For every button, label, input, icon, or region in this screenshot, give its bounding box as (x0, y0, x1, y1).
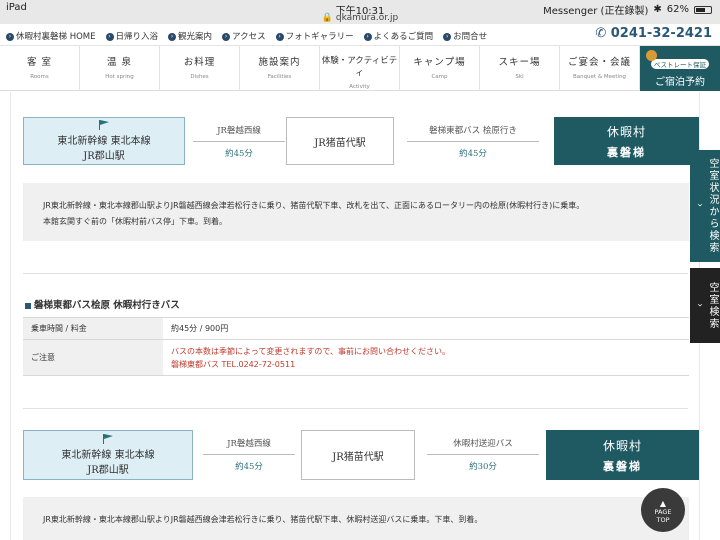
route-segment: JR磐越西線 約45分 (199, 437, 299, 472)
util-link-gallery[interactable]: › フォトギャラリー (275, 30, 354, 42)
nav-activity[interactable]: 体験・アクティビティ Activity (320, 46, 400, 91)
room-search-tab[interactable]: 空室検索 › (690, 268, 720, 343)
route-segment: JR磐越西線 約45分 (189, 124, 289, 159)
arrow-icon: › (6, 32, 14, 41)
table-row: 乗車時間 / 料金 約45分 / 900円 (23, 317, 689, 340)
section-title: 磐梯東都バス桧原 休暇村行きバス (25, 297, 180, 311)
table-header-cell: ご注意 (23, 339, 163, 376)
route-description: JR東北新幹線・東北本線郡山駅よりJR磐越西線会津若松行きに乗り、猪苗代駅下車、… (23, 497, 689, 540)
flag-icon (103, 434, 113, 444)
util-link-faq[interactable]: › よくあるご質問 (363, 30, 433, 42)
square-icon (25, 302, 31, 309)
util-link-sightseeing[interactable]: › 観光案内 (168, 30, 212, 42)
arrow-icon: › (105, 32, 114, 41)
arrow-icon: › (222, 32, 231, 41)
arrow-icon: › (363, 32, 372, 41)
arrow-icon: › (275, 32, 284, 41)
app-indicator: Messenger (正在錄製) (543, 6, 649, 17)
nav-hot-spring[interactable]: 温 泉 Hot spring (80, 46, 160, 91)
start-station: 東北新幹線 東北本線 JR郡山駅 (23, 117, 185, 165)
bus-info-table: 乗車時間 / 料金 約45分 / 900円 ご注意 バスの本数は季節によって変更… (23, 317, 689, 376)
bluetooth-icon: ✱ (653, 4, 662, 15)
nav-ski[interactable]: スキー場 Ski (480, 46, 560, 91)
util-link-bath[interactable]: › 日帰り入浴 (105, 30, 158, 42)
medal-icon (646, 50, 657, 61)
best-rate-badge: ベストレート保証 (650, 59, 710, 69)
flag-icon (99, 120, 109, 130)
nav-banquet[interactable]: ご宴会・会議 Banquet & Meeting (560, 46, 640, 91)
battery-percent: 62% (666, 4, 689, 15)
phone-number[interactable]: ✆ 0241-32-2421 (595, 26, 712, 41)
route-segment: 休暇村送迎バス 約30分 (423, 437, 543, 472)
reservation-label: ご宿泊予約 (655, 77, 705, 88)
divider (23, 273, 688, 274)
page-top-button[interactable]: ▲ PAGE TOP (641, 488, 685, 532)
battery-icon (694, 5, 712, 14)
access-content: 東北新幹線 東北本線 JR郡山駅 JR磐越西線 約45分 JR猪苗代駅 磐梯東都バ… (10, 92, 700, 540)
table-row: ご注意 バスの本数は季節によって変更されますので、事前にお問い合わせください。 … (23, 339, 689, 376)
nav-facilities[interactable]: 施設案内 Facilities (240, 46, 320, 91)
destination: 休暇村 裏磐梯 (546, 430, 699, 480)
reservation-button[interactable]: ベストレート保証 ご宿泊予約 Reservation (640, 46, 720, 97)
bus-phone[interactable]: 磐梯東都バス TEL.0242-72-0511 (171, 358, 681, 371)
start-station: 東北新幹線 東北本線 JR郡山駅 (23, 430, 193, 480)
utility-nav: › 休暇村裏磐梯 HOME › 日帰り入浴 › 観光案内 › アクセス › フォトギャラリ… (0, 24, 720, 46)
mid-station: JR猪苗代駅 (301, 430, 415, 480)
url-text: qkamura.or.jp (335, 13, 399, 23)
phone-icon: ✆ (595, 26, 607, 41)
up-arrow-icon: ▲ (659, 499, 667, 508)
lock-icon: 🔒 (321, 13, 334, 23)
table-cell: 約45分 / 900円 (163, 317, 689, 340)
table-header-cell: 乗車時間 / 料金 (23, 317, 163, 340)
route-description: JR東北新幹線・東北本線郡山駅よりJR磐越西線会津若松行きに乗り、猪苗代駅下車、… (23, 183, 689, 241)
status-bar: iPad 下午10:31 🔒 qkamura.or.jp Messenger (… (0, 0, 720, 24)
nav-dishes[interactable]: お料理 Dishes (160, 46, 240, 91)
availability-search-tab[interactable]: 空室状況から検索 › (690, 150, 720, 262)
divider (23, 408, 688, 409)
table-cell: バスの本数は季節によって変更されますので、事前にお問い合わせください。 磐梯東都… (163, 339, 689, 376)
nav-camp[interactable]: キャンプ場 Camp (400, 46, 480, 91)
main-nav: 客 室 Rooms 温 泉 Hot spring お料理 Dishes 施設案内 Fac… (0, 46, 720, 97)
arrow-icon: › (443, 32, 452, 41)
nav-rooms[interactable]: 客 室 Rooms (0, 46, 80, 91)
util-link-contact[interactable]: › お問合せ (443, 30, 487, 42)
arrow-icon: › (168, 32, 177, 41)
status-right: Messenger (正在錄製) ✱ 62% (543, 2, 712, 17)
util-link-access[interactable]: › アクセス (222, 30, 266, 42)
util-link-home[interactable]: › 休暇村裏磐梯 HOME (6, 30, 96, 42)
destination: 休暇村 裏磐梯 (554, 117, 699, 165)
mid-station: JR猪苗代駅 (286, 117, 394, 165)
notice-text: バスの本数は季節によって変更されますので、事前にお問い合わせください。 (171, 346, 451, 356)
route-segment: 磐梯東都バス 桧原行き 約45分 (403, 124, 543, 159)
